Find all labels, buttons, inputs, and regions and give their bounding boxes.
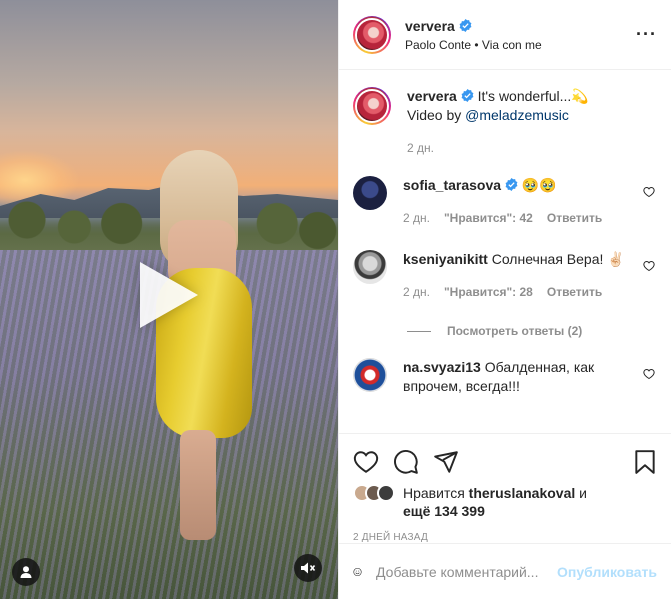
liker-username[interactable]: theruslanakoval — [469, 485, 576, 501]
caption-time[interactable]: 2 дн. — [407, 139, 434, 158]
likes-and: и — [579, 485, 587, 501]
add-comment-bar: Опубликовать — [339, 543, 671, 599]
caption-body: ververa It's wonderful...💫 Video by @mel… — [407, 87, 657, 158]
post-modal: ververa Paolo Conte • Via con me ··· ver… — [0, 0, 671, 599]
publish-button[interactable]: Опубликовать — [557, 564, 657, 580]
mention-link[interactable]: @meladzemusic — [465, 107, 569, 123]
more-options-icon[interactable]: ··· — [636, 24, 657, 45]
user-tag-icon[interactable] — [12, 558, 40, 586]
comment-meta: 2 дн. "Нравится": 28 Ответить — [403, 283, 631, 302]
verified-badge-icon — [505, 178, 518, 191]
avatar[interactable] — [353, 16, 391, 54]
author-info: ververa Paolo Conte • Via con me — [405, 18, 636, 52]
comment-item: na.svyazi13 Обалденная, как впрочем, все… — [353, 358, 657, 396]
share-icon[interactable] — [433, 449, 459, 475]
play-icon[interactable] — [140, 262, 198, 328]
post-actions: Нравится theruslanakoval и ещё 134 399 2… — [339, 433, 671, 543]
likes-count[interactable]: ещё 134 399 — [403, 503, 485, 519]
likes-summary: Нравится theruslanakoval и ещё 134 399 — [353, 484, 657, 520]
avatar — [377, 484, 395, 502]
comment-item: kseniyanikitt Солнечная Вера! ✌🏻 2 дн. "… — [353, 250, 657, 302]
comment-text: Солнечная Вера! ✌🏻 — [491, 251, 625, 267]
likes-prefix: Нравится — [403, 485, 465, 501]
comment-time[interactable]: 2 дн. — [403, 283, 430, 302]
reply-button[interactable]: Ответить — [547, 209, 602, 228]
heart-icon[interactable] — [353, 449, 379, 475]
comment-input[interactable] — [376, 563, 558, 580]
comment-body: kseniyanikitt Солнечная Вера! ✌🏻 2 дн. "… — [403, 250, 657, 302]
action-bar — [353, 442, 657, 482]
commenter-avatar[interactable] — [353, 176, 387, 210]
emoji-icon[interactable] — [353, 559, 362, 585]
verified-badge-icon — [461, 89, 474, 102]
caption-meta: 2 дн. — [407, 139, 631, 158]
comment-meta: 2 дн. "Нравится": 42 Ответить — [403, 209, 631, 228]
commenter-avatar[interactable] — [353, 358, 387, 392]
reply-button[interactable]: Ответить — [547, 283, 602, 302]
posted-date[interactable]: 2 ДНЕЙ НАЗАД — [353, 532, 657, 543]
commenter-avatar[interactable] — [353, 250, 387, 284]
post-header: ververa Paolo Conte • Via con me ··· — [339, 0, 671, 70]
heart-icon[interactable] — [643, 186, 655, 198]
video-by-prefix: Video by — [407, 107, 462, 123]
heart-icon[interactable] — [643, 368, 655, 380]
comment-likes[interactable]: "Нравится": 42 — [444, 209, 533, 228]
author-username[interactable]: ververa — [405, 18, 455, 34]
bookmark-icon[interactable] — [633, 449, 657, 475]
post-video[interactable] — [0, 0, 338, 599]
commenter-username[interactable]: kseniyanikitt — [403, 251, 488, 267]
post-sidebar: ververa Paolo Conte • Via con me ··· ver… — [338, 0, 671, 599]
likers-avatars[interactable] — [353, 484, 395, 502]
comment-item: sofia_tarasova 🥹🥹 2 дн. "Нравится": 42 О… — [353, 176, 657, 228]
woman-in-yellow-dress — [150, 150, 260, 580]
muted-speaker-icon[interactable] — [294, 554, 322, 582]
comment-body: na.svyazi13 Обалденная, как впрочем, все… — [403, 358, 657, 396]
caption-username[interactable]: ververa — [407, 88, 457, 104]
comment-icon[interactable] — [393, 449, 419, 475]
commenter-username[interactable]: sofia_tarasova — [403, 177, 501, 193]
commenter-username[interactable]: na.svyazi13 — [403, 359, 481, 375]
heart-icon[interactable] — [643, 260, 655, 272]
verified-badge-icon — [459, 19, 472, 32]
music-label[interactable]: Paolo Conte • Via con me — [405, 38, 636, 52]
legs — [180, 430, 216, 540]
caption: ververa It's wonderful...💫 Video by @mel… — [353, 87, 657, 158]
view-replies-button[interactable]: Посмотреть ответы (2) — [407, 324, 657, 338]
comment-time[interactable]: 2 дн. — [403, 209, 430, 228]
comment-likes[interactable]: "Нравится": 28 — [444, 283, 533, 302]
comments-list: ververa It's wonderful...💫 Video by @mel… — [339, 71, 671, 433]
caption-text: It's wonderful...💫 — [477, 88, 589, 104]
comment-text: 🥹🥹 — [521, 177, 557, 193]
likes-text: Нравится theruslanakoval и ещё 134 399 — [403, 484, 587, 520]
author-username-row: ververa — [405, 18, 636, 34]
comment-body: sofia_tarasova 🥹🥹 2 дн. "Нравится": 42 О… — [403, 176, 657, 228]
caption-avatar[interactable] — [353, 87, 391, 125]
view-replies-label: Посмотреть ответы (2) — [447, 324, 583, 338]
